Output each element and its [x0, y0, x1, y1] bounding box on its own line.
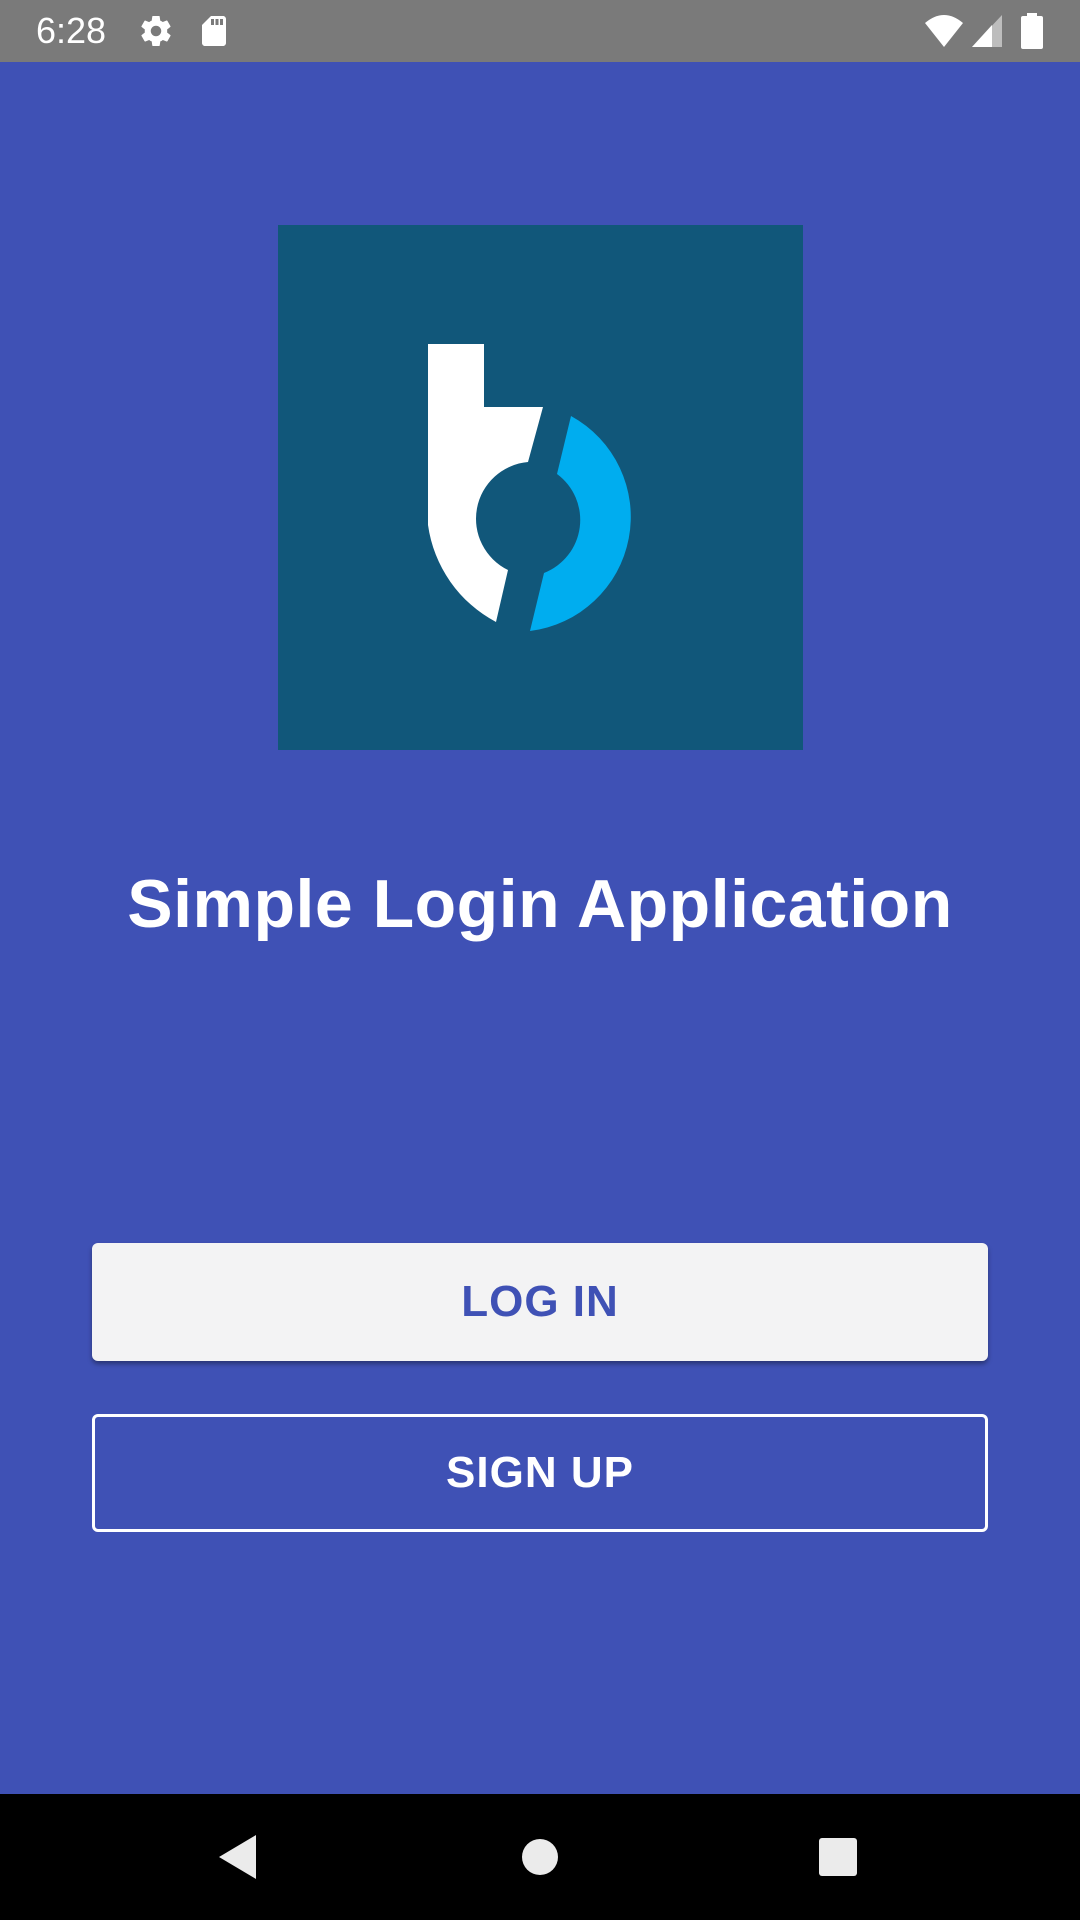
back-icon[interactable] — [198, 1817, 278, 1897]
app-title: Simple Login Application — [127, 866, 953, 942]
home-icon[interactable] — [500, 1817, 580, 1897]
signup-button-label: SIGN UP — [446, 1448, 634, 1497]
status-bar: 6:28 — [0, 0, 1080, 62]
wifi-icon — [924, 13, 964, 49]
app-logo — [278, 225, 803, 750]
sd-card-icon — [196, 13, 232, 49]
login-button[interactable]: LOG IN — [92, 1243, 988, 1361]
status-time: 6:28 — [36, 10, 107, 51]
gear-icon — [138, 13, 174, 49]
cell-signal-icon — [970, 13, 1006, 49]
login-button-label: LOG IN — [461, 1277, 619, 1326]
battery-icon — [1018, 13, 1046, 49]
app-screen: 6:28 Simple Login Application LOG IN SIG… — [0, 0, 1080, 1920]
recents-icon[interactable] — [798, 1817, 878, 1897]
signup-button[interactable]: SIGN UP — [92, 1414, 988, 1532]
navigation-bar — [0, 1794, 1080, 1920]
